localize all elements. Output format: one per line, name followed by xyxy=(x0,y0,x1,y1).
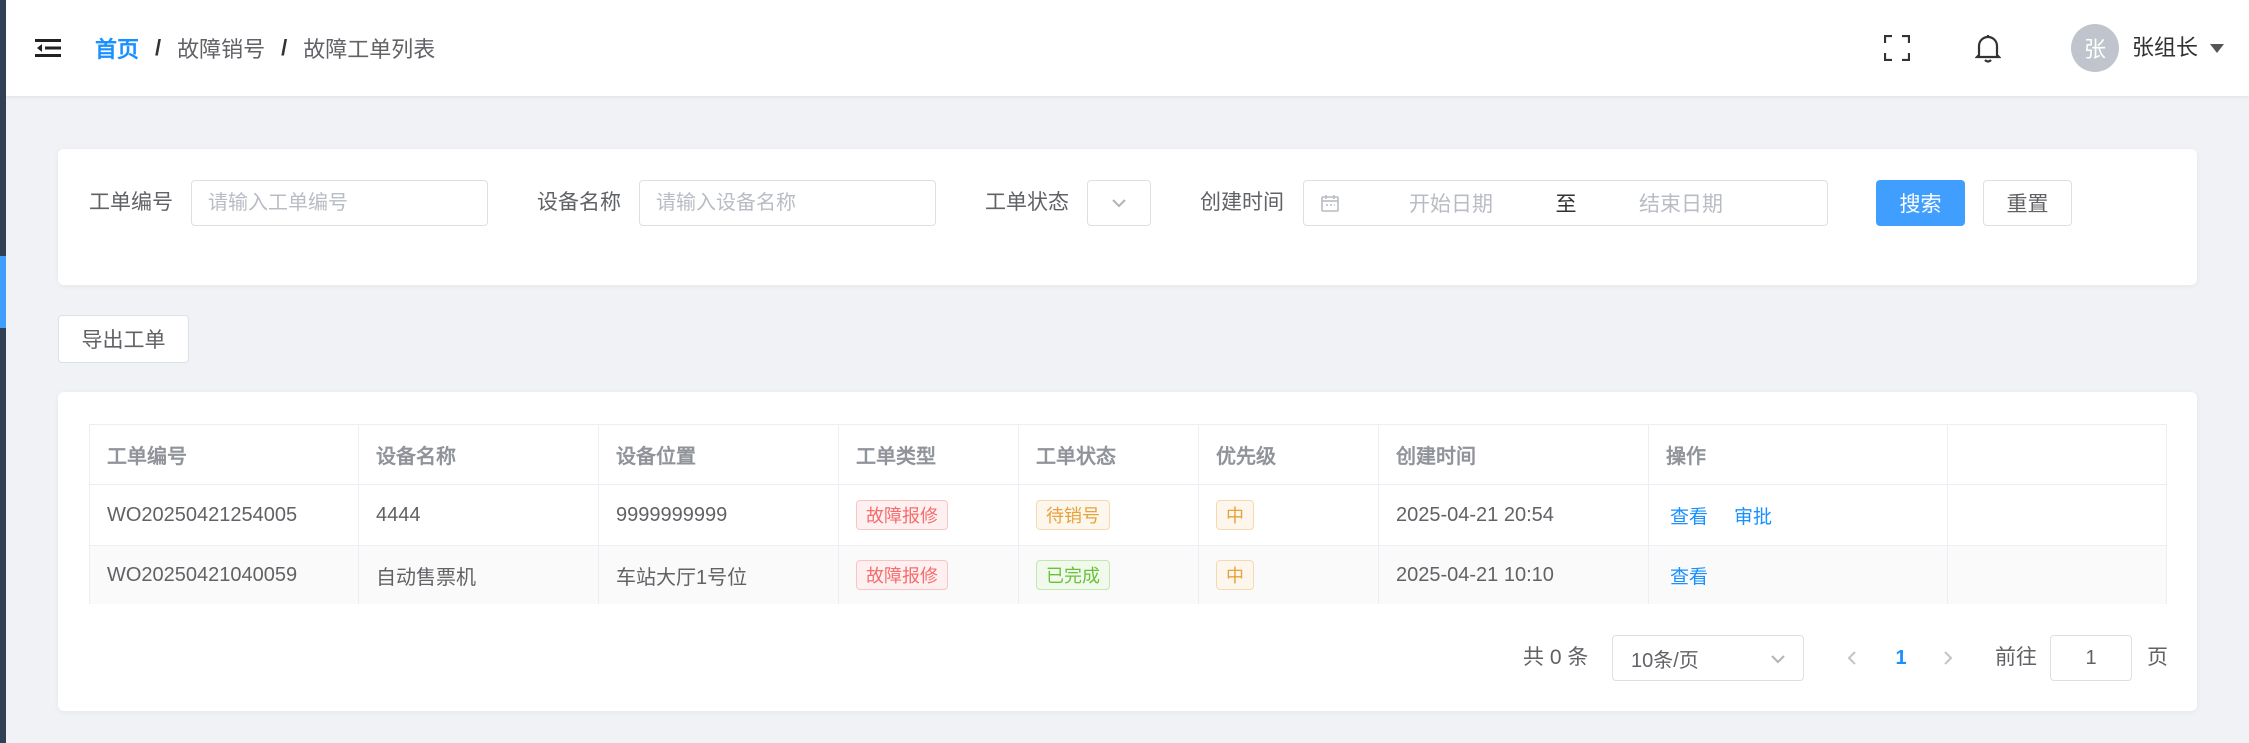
date-range-picker[interactable]: 开始日期 至 结束日期 xyxy=(1303,180,1828,226)
column-header: 操作 xyxy=(1649,425,1948,484)
approve-link[interactable]: 审批 xyxy=(1734,502,1772,529)
range-separator: 至 xyxy=(1555,193,1577,216)
next-page-icon[interactable] xyxy=(1933,635,1963,681)
reset-button[interactable]: 重置 xyxy=(1983,180,2072,226)
column-header: 设备名称 xyxy=(359,425,599,484)
status-tag: 待销号 xyxy=(1036,500,1110,530)
status-cell: 待销号 xyxy=(1019,485,1199,545)
search-button[interactable]: 搜索 xyxy=(1876,180,1965,226)
table-row: WO20250421040059 自动售票机 车站大厅1号位 故障报修 已完成 … xyxy=(90,545,2166,604)
priority-cell: 中 xyxy=(1199,485,1379,545)
view-link[interactable]: 查看 xyxy=(1670,562,1708,589)
breadcrumb-fault-cancel: 故障销号 xyxy=(177,37,266,62)
location-cell: 9999999999 xyxy=(599,485,839,545)
breadcrumb-current: 故障工单列表 xyxy=(303,37,436,62)
device-name-input[interactable] xyxy=(639,180,936,226)
start-date-input[interactable]: 开始日期 xyxy=(1356,188,1546,218)
status-label: 工单状态 xyxy=(985,191,1069,214)
table-row: WO20250421254005 4444 9999999999 故障报修 待销… xyxy=(90,484,2166,545)
device-name-cell: 4444 xyxy=(359,485,599,545)
row-filler xyxy=(1948,485,2166,545)
breadcrumb: 首页 / 故障销号 / 故障工单列表 xyxy=(95,0,435,96)
page-number-current[interactable]: 1 xyxy=(1884,635,1918,681)
end-date-input[interactable]: 结束日期 xyxy=(1586,188,1776,218)
goto-page-input[interactable] xyxy=(2050,635,2132,681)
created-time-label: 创建时间 xyxy=(1200,191,1284,214)
pagination-total: 共 0 条 xyxy=(1523,646,1589,669)
calendar-icon xyxy=(1304,193,1356,213)
chevron-down-icon xyxy=(1112,199,1126,208)
type-cell: 故障报修 xyxy=(839,485,1019,545)
row-filler xyxy=(1948,546,2166,604)
page-size-value: 10条/页 xyxy=(1631,649,1699,672)
column-header: 工单类型 xyxy=(839,425,1019,484)
prev-page-icon[interactable] xyxy=(1837,635,1867,681)
goto-label: 前往 xyxy=(1995,646,2037,669)
type-tag: 故障报修 xyxy=(856,500,948,530)
order-no-cell: WO20250421040059 xyxy=(90,546,359,604)
priority-tag: 中 xyxy=(1216,560,1254,590)
type-tag: 故障报修 xyxy=(856,560,948,590)
chevron-down-icon xyxy=(1771,655,1785,664)
bell-icon[interactable] xyxy=(1970,30,2006,66)
hamburger-icon[interactable] xyxy=(30,32,66,64)
work-order-table: 工单编号 设备名称 设备位置 工单类型 工单状态 优先级 创建时间 操作 WO2… xyxy=(89,424,2167,604)
caret-down-icon[interactable] xyxy=(2210,44,2224,53)
page-suffix: 页 xyxy=(2147,646,2168,669)
avatar[interactable]: 张 xyxy=(2071,24,2119,72)
type-cell: 故障报修 xyxy=(839,546,1019,604)
priority-cell: 中 xyxy=(1199,546,1379,604)
sidebar-active-indicator xyxy=(0,256,6,328)
status-cell: 已完成 xyxy=(1019,546,1199,604)
column-header: 创建时间 xyxy=(1379,425,1649,484)
order-no-input[interactable] xyxy=(191,180,488,226)
status-select[interactable] xyxy=(1087,180,1151,226)
column-filler xyxy=(1948,425,2166,484)
actions-cell: 查看 审批 xyxy=(1649,485,1948,545)
order-no-cell: WO20250421254005 xyxy=(90,485,359,545)
created-time-cell: 2025-04-21 10:10 xyxy=(1379,546,1649,604)
device-name-label: 设备名称 xyxy=(537,191,621,214)
order-no-label: 工单编号 xyxy=(89,191,173,214)
breadcrumb-separator: / xyxy=(281,35,288,60)
breadcrumb-separator: / xyxy=(155,35,162,60)
column-header: 设备位置 xyxy=(599,425,839,484)
created-time-cell: 2025-04-21 20:54 xyxy=(1379,485,1649,545)
column-header: 工单状态 xyxy=(1019,425,1199,484)
device-name-cell: 自动售票机 xyxy=(359,546,599,604)
sidebar-edge xyxy=(0,0,6,743)
status-tag: 已完成 xyxy=(1036,560,1110,590)
priority-tag: 中 xyxy=(1216,500,1254,530)
column-header: 优先级 xyxy=(1199,425,1379,484)
top-navbar: 首页 / 故障销号 / 故障工单列表 张 张组长 xyxy=(6,0,2249,96)
breadcrumb-home[interactable]: 首页 xyxy=(95,32,139,64)
view-link[interactable]: 查看 xyxy=(1670,502,1708,529)
page-size-select[interactable]: 10条/页 xyxy=(1612,635,1804,681)
user-name[interactable]: 张组长 xyxy=(2132,0,2198,96)
export-orders-button[interactable]: 导出工单 xyxy=(58,315,189,363)
fullscreen-icon[interactable] xyxy=(1879,30,1915,66)
table-header-row: 工单编号 设备名称 设备位置 工单类型 工单状态 优先级 创建时间 操作 xyxy=(90,425,2166,484)
actions-cell: 查看 xyxy=(1649,546,1948,604)
column-header: 工单编号 xyxy=(90,425,359,484)
location-cell: 车站大厅1号位 xyxy=(599,546,839,604)
